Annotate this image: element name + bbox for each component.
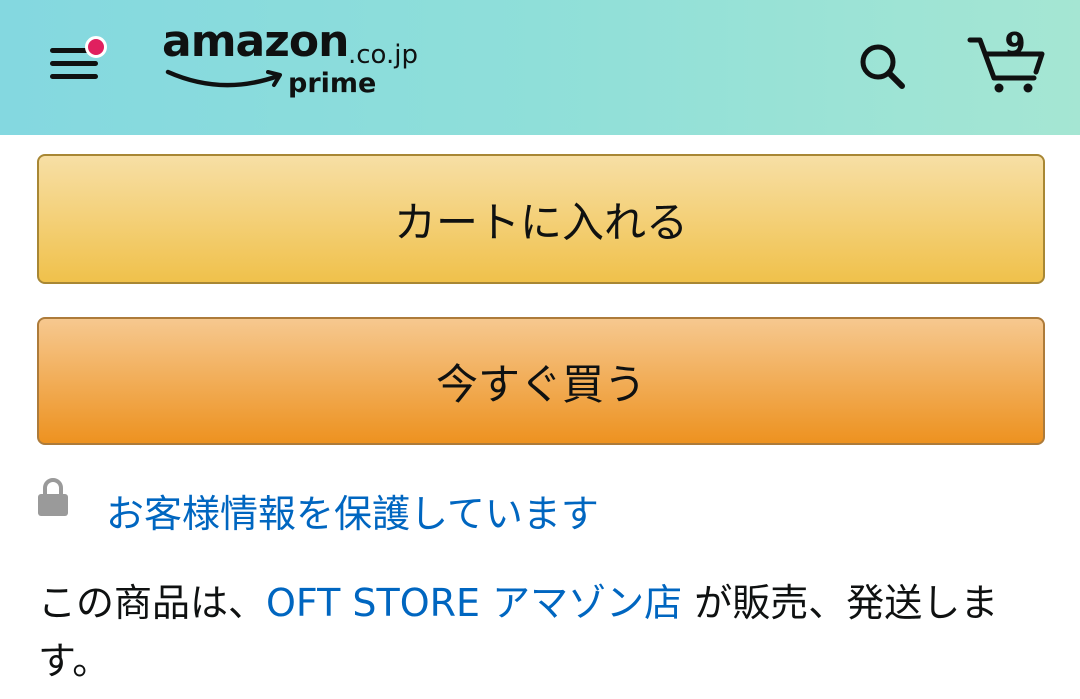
add-to-cart-button[interactable]: カートに入れる <box>37 154 1045 284</box>
secure-transaction-link[interactable]: お客様情報を保護しています <box>106 488 599 540</box>
logo-wordmark: amazon <box>162 16 349 67</box>
menu-button[interactable] <box>44 36 112 92</box>
search-icon <box>860 44 905 89</box>
lock-icon <box>38 478 68 516</box>
search-button[interactable] <box>856 40 908 92</box>
seller-prefix-text: この商品は、 <box>38 581 267 625</box>
buy-now-button[interactable]: 今すぐ買う <box>37 317 1045 445</box>
top-header: amazon .co.jp prime 9 <box>0 0 1080 135</box>
amazon-prime-logo[interactable]: amazon .co.jp prime <box>162 16 432 108</box>
smile-arrow-icon <box>165 69 282 88</box>
logo-prime: prime <box>288 68 377 99</box>
logo-domain: .co.jp <box>348 40 419 70</box>
notification-dot <box>85 36 107 58</box>
seller-name-link[interactable]: OFT STORE アマゾン店 <box>266 581 682 625</box>
cart-count-badge: 9 <box>1004 27 1026 62</box>
seller-info: この商品は、OFT STORE アマゾン店 が販売、発送します。 <box>38 574 1048 690</box>
cart-button[interactable]: 9 <box>966 30 1050 96</box>
